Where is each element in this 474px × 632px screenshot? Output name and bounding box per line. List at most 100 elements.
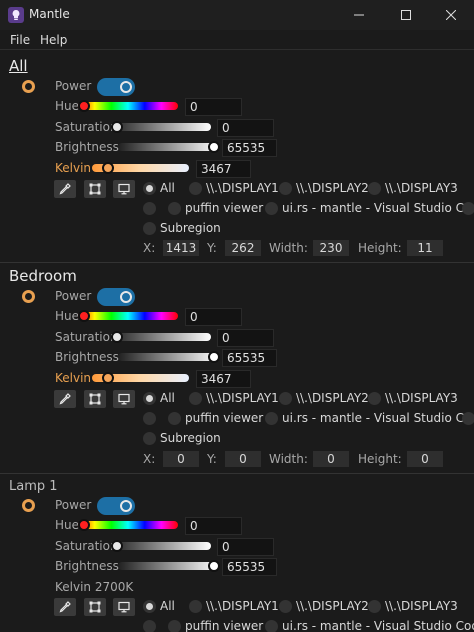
- kelvin-slider-thumb[interactable]: [102, 162, 114, 174]
- radio-display2[interactable]: [279, 392, 292, 405]
- saturation-slider-thumb[interactable]: [111, 331, 123, 343]
- saturation-slider[interactable]: [111, 333, 211, 341]
- radio-overflow[interactable]: [462, 202, 474, 215]
- radio-display1[interactable]: [189, 600, 202, 613]
- eyedropper-button[interactable]: [54, 390, 76, 408]
- region-select-button[interactable]: [84, 598, 106, 616]
- region-width-value[interactable]: 0: [313, 451, 349, 467]
- radio-spacer[interactable]: [143, 412, 156, 425]
- power-label: Power: [55, 498, 92, 512]
- radio-overflow[interactable]: [462, 412, 474, 425]
- region-x-value[interactable]: 1413: [163, 240, 199, 256]
- kelvin-slider-thumb[interactable]: [102, 372, 114, 384]
- radio-all[interactable]: [143, 600, 156, 613]
- bulb-icon: [22, 80, 35, 93]
- radio-vscode-label: ui.rs - mantle - Visual Studio Code: [282, 201, 474, 215]
- radio-spacer[interactable]: [143, 202, 156, 215]
- brightness-slider[interactable]: [118, 562, 218, 570]
- radio-puffin[interactable]: [168, 412, 181, 425]
- kelvin-value[interactable]: 3467: [196, 160, 251, 178]
- power-toggle[interactable]: [97, 78, 135, 96]
- brightness-slider[interactable]: [118, 353, 218, 361]
- radio-display1-label: \\.\DISPLAY1: [206, 391, 279, 405]
- kelvin-value[interactable]: 3467: [196, 370, 251, 388]
- eyedropper-button[interactable]: [54, 598, 76, 616]
- region-x-value[interactable]: 0: [163, 451, 199, 467]
- close-button[interactable]: [428, 0, 474, 30]
- region-height-value[interactable]: 11: [407, 240, 443, 256]
- radio-puffin-label: puffin viewer: [185, 201, 264, 215]
- hue-value[interactable]: 0: [185, 308, 242, 326]
- radio-display3[interactable]: [368, 182, 381, 195]
- region-select-button[interactable]: [84, 390, 106, 408]
- saturation-slider[interactable]: [111, 542, 211, 550]
- brightness-value[interactable]: 65535: [222, 558, 277, 576]
- radio-all-label: All: [160, 599, 175, 613]
- radio-puffin[interactable]: [168, 620, 181, 632]
- group-title-lamp1[interactable]: Lamp 1: [9, 479, 58, 494]
- minimize-button[interactable]: [336, 0, 382, 30]
- radio-spacer[interactable]: [143, 620, 156, 632]
- menu-help[interactable]: Help: [40, 33, 67, 47]
- hue-slider[interactable]: [78, 521, 178, 529]
- radio-vscode[interactable]: [265, 202, 278, 215]
- radio-display1[interactable]: [189, 392, 202, 405]
- region-y-value[interactable]: 262: [225, 240, 261, 256]
- saturation-label: Saturation: [55, 330, 118, 344]
- screen-button[interactable]: [113, 180, 135, 198]
- brightness-slider-thumb[interactable]: [208, 141, 220, 153]
- radio-display2[interactable]: [279, 182, 292, 195]
- brightness-slider[interactable]: [118, 143, 218, 151]
- screen-button[interactable]: [113, 598, 135, 616]
- brightness-label: Brightness: [55, 350, 119, 364]
- radio-display3[interactable]: [368, 392, 381, 405]
- saturation-slider-thumb[interactable]: [111, 540, 123, 552]
- brightness-value[interactable]: 65535: [222, 139, 277, 157]
- window-title: Mantle: [29, 7, 70, 21]
- section-divider: [0, 473, 474, 474]
- radio-vscode[interactable]: [265, 620, 278, 632]
- hue-value[interactable]: 0: [185, 517, 242, 535]
- radio-display1[interactable]: [189, 182, 202, 195]
- region-y-value[interactable]: 0: [225, 451, 261, 467]
- radio-display2[interactable]: [279, 600, 292, 613]
- kelvin-label: Kelvin: [55, 371, 92, 385]
- radio-all[interactable]: [143, 182, 156, 195]
- hue-value[interactable]: 0: [185, 98, 242, 116]
- eyedropper-button[interactable]: [54, 180, 76, 198]
- power-toggle[interactable]: [97, 288, 135, 306]
- group-title-all[interactable]: All: [9, 57, 28, 75]
- saturation-value[interactable]: 0: [217, 329, 274, 347]
- radio-display3-label: \\.\DISPLAY3: [385, 599, 458, 613]
- radio-all[interactable]: [143, 392, 156, 405]
- radio-display3[interactable]: [368, 600, 381, 613]
- brightness-slider-thumb[interactable]: [208, 351, 220, 363]
- maximize-button[interactable]: [383, 0, 429, 30]
- hue-slider-thumb[interactable]: [78, 519, 90, 531]
- bulb-icon: [22, 499, 35, 512]
- power-toggle[interactable]: [97, 497, 135, 515]
- region-height-value[interactable]: 0: [407, 451, 443, 467]
- radio-vscode[interactable]: [265, 412, 278, 425]
- group-title-bedroom[interactable]: Bedroom: [9, 267, 77, 285]
- saturation-slider[interactable]: [111, 123, 211, 131]
- menu-file[interactable]: File: [10, 33, 30, 47]
- saturation-value[interactable]: 0: [217, 538, 274, 556]
- brightness-slider-thumb[interactable]: [208, 560, 220, 572]
- hue-slider[interactable]: [78, 312, 178, 320]
- hue-slider[interactable]: [78, 102, 178, 110]
- region-width-value[interactable]: 230: [313, 240, 349, 256]
- region-icon: [89, 183, 101, 195]
- radio-puffin-label: puffin viewer: [185, 619, 264, 632]
- radio-subregion[interactable]: [143, 432, 156, 445]
- brightness-label: Brightness: [55, 559, 119, 573]
- region-select-button[interactable]: [84, 180, 106, 198]
- radio-subregion[interactable]: [143, 222, 156, 235]
- hue-slider-thumb[interactable]: [78, 100, 90, 112]
- brightness-value[interactable]: 65535: [222, 349, 277, 367]
- screen-button[interactable]: [113, 390, 135, 408]
- saturation-value[interactable]: 0: [217, 119, 274, 137]
- radio-puffin[interactable]: [168, 202, 181, 215]
- saturation-slider-thumb[interactable]: [111, 121, 123, 133]
- hue-slider-thumb[interactable]: [78, 310, 90, 322]
